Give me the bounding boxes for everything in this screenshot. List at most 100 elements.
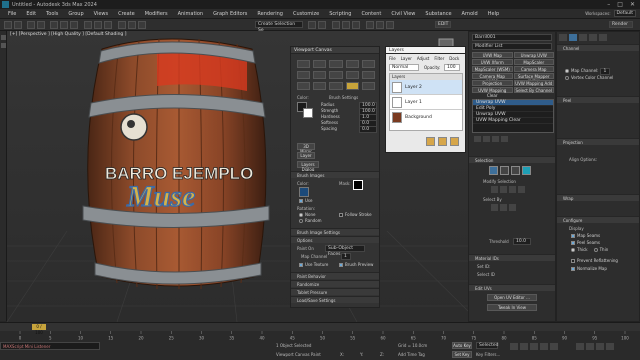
undo-icon[interactable] (4, 21, 12, 29)
map-channel-radio[interactable] (565, 69, 569, 73)
grow-icon[interactable] (491, 186, 498, 193)
map-channel-value[interactable]: 1 (600, 67, 611, 75)
menu-animation[interactable]: Animation (178, 11, 204, 17)
camera-map-button[interactable]: Camera Map (513, 66, 554, 72)
layers-menu-adjust[interactable]: Adjust (417, 56, 430, 61)
randomize-rollout[interactable]: Randomize (291, 280, 379, 287)
sharpen-icon[interactable] (313, 71, 327, 79)
map-channel-field[interactable]: 1 (341, 253, 351, 260)
workspace-select[interactable]: Default (613, 10, 636, 17)
maximize-viewport-icon[interactable] (606, 343, 614, 350)
render-button[interactable]: Render (609, 21, 633, 28)
object-name-field[interactable]: Barril001 (472, 34, 552, 41)
layers-dialog-button[interactable]: Layers Dialog (297, 161, 319, 172)
ignore-backfacing-icon[interactable] (500, 204, 507, 211)
dodge-icon[interactable] (345, 71, 359, 79)
menu-arnold[interactable]: Arnold (462, 11, 478, 17)
clone-icon[interactable] (329, 60, 343, 68)
menu-help[interactable]: Help (488, 11, 499, 17)
new-layer-icon[interactable] (426, 137, 435, 146)
rotate-icon[interactable] (94, 21, 102, 29)
layer-row[interactable]: Layer 2 (390, 80, 462, 95)
modifier-list-select[interactable]: Modifier List (472, 43, 552, 50)
select-by-element-icon[interactable] (491, 204, 498, 211)
planar-angle-icon[interactable] (509, 204, 516, 211)
close-button[interactable]: ✕ (630, 1, 635, 8)
ribbon-toggle-icon[interactable] (1, 35, 6, 40)
add-time-tag[interactable]: Add Time Tag (398, 352, 425, 357)
play-icon[interactable] (530, 343, 538, 350)
shrink-icon[interactable] (500, 186, 507, 193)
key-filters-button[interactable]: Key Filters... (476, 352, 500, 357)
render-frame-icon[interactable] (376, 21, 384, 29)
layers-menu-file[interactable]: File (389, 56, 396, 61)
material-ids-rollout[interactable]: Material IDs (469, 254, 555, 261)
hierarchy-tab-icon[interactable] (579, 34, 587, 41)
delete-layer-icon[interactable] (450, 137, 459, 146)
move-icon[interactable] (84, 21, 92, 29)
layer-row[interactable]: Layer 1 (390, 95, 462, 110)
minimize-button[interactable]: – (607, 1, 610, 8)
redo-icon[interactable] (14, 21, 22, 29)
edge-mode-icon[interactable] (500, 166, 509, 175)
mirror-button[interactable]: 3D Mirror (297, 143, 315, 154)
layers-menu-dock[interactable]: Dock (449, 56, 459, 61)
menu-create[interactable]: Create (118, 11, 135, 17)
menu-views[interactable]: Views (94, 11, 108, 17)
polygon-mode-icon[interactable] (511, 166, 520, 175)
uvw-mapping-add-button[interactable]: UVW Mapping Add (513, 80, 554, 86)
timeline-track[interactable]: 0 5 10 15 20 25 30 35 40 45 50 55 60 65 70 75 80 85 90 95 10… (0, 331, 640, 341)
edit-button[interactable]: EDIT (435, 21, 451, 28)
render-icon[interactable] (386, 21, 394, 29)
render-setup-icon[interactable] (366, 21, 374, 29)
stamp-icon[interactable] (313, 82, 327, 90)
menu-rendering[interactable]: Rendering (257, 11, 283, 17)
select-by-channel-button[interactable]: Select By Channel (513, 87, 554, 93)
uvw-mapping-clear-button[interactable]: UVW Mapping Clear (472, 87, 513, 98)
brush-images-rollout[interactable]: Brush Images (291, 171, 379, 178)
mirror-icon[interactable] (308, 21, 316, 29)
blend-mode-select[interactable]: Normal (389, 64, 419, 71)
selection-set-select[interactable]: Create Selection Se (255, 21, 303, 33)
curve-editor-icon[interactable] (342, 21, 350, 29)
prevent-reflattening-checkbox[interactable] (571, 259, 575, 263)
pin-stack-icon[interactable] (474, 136, 481, 142)
smudge-icon[interactable] (297, 82, 311, 90)
mapscaler-button[interactable]: MapScaler (513, 59, 554, 65)
create-tab-icon[interactable] (559, 34, 567, 41)
material-editor-icon[interactable] (352, 21, 360, 29)
display-tab-icon[interactable] (599, 34, 607, 41)
next-frame-icon[interactable] (540, 343, 548, 350)
settings-tool-icon[interactable] (361, 82, 375, 90)
maximize-button[interactable]: □ (617, 1, 623, 8)
auto-key-button[interactable]: Auto Key (452, 342, 472, 349)
snap-icon[interactable] (118, 21, 126, 29)
stack-item[interactable]: UVW Mapping Clear (473, 118, 553, 124)
secondary-color-swatch[interactable] (303, 108, 313, 118)
thick-radio[interactable] (571, 248, 575, 252)
brush-color-image[interactable] (299, 187, 309, 197)
select-by-name-icon[interactable] (60, 21, 68, 29)
element-mode-icon[interactable] (522, 166, 531, 175)
go-to-start-icon[interactable] (510, 343, 518, 350)
tweak-in-view-button[interactable]: Tweak In View (487, 304, 537, 311)
configure-rollout[interactable]: Configure (557, 216, 639, 223)
load-save-settings-rollout[interactable]: Load/Save Settings (291, 296, 379, 303)
menu-content[interactable]: Content (361, 11, 381, 17)
layer-button[interactable]: Layer (297, 152, 315, 159)
peel-seams-checkbox[interactable] (571, 241, 575, 245)
layer-row[interactable]: Background (390, 110, 462, 125)
brush-preview-checkbox[interactable] (339, 263, 343, 267)
remove-modifier-icon[interactable] (501, 136, 508, 142)
channel-rollout[interactable]: Channel (557, 44, 639, 51)
rotation-none-radio[interactable] (299, 213, 303, 217)
menu-file[interactable]: File (8, 11, 16, 17)
align-icon[interactable] (318, 21, 326, 29)
projection-rollout[interactable]: Projection (557, 138, 639, 145)
wrap-rollout[interactable]: Wrap (557, 194, 639, 201)
angle-snap-icon[interactable] (128, 21, 136, 29)
burn-icon[interactable] (361, 71, 375, 79)
tablet-pressure-rollout[interactable]: Tablet Pressure (291, 288, 379, 295)
peel-rollout[interactable]: Peel (557, 96, 639, 103)
edit-uvs-rollout[interactable]: Edit UVs (469, 284, 555, 291)
